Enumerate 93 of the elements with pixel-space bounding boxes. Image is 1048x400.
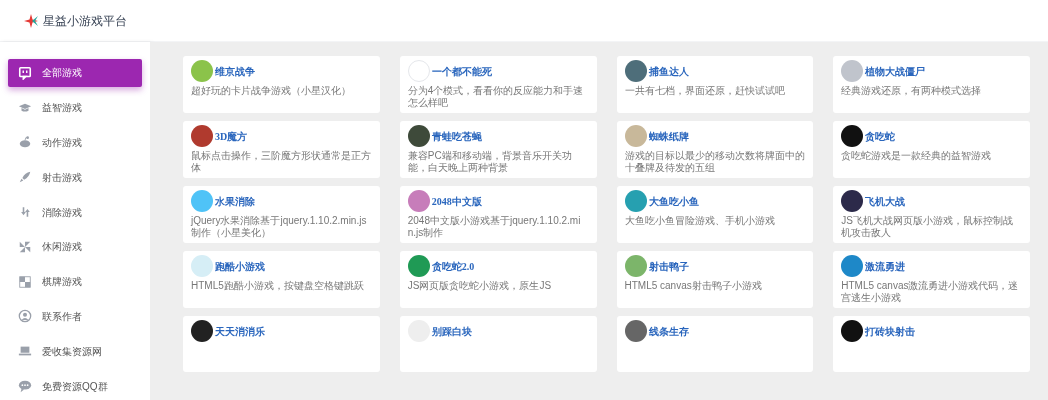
game-thumbnail (191, 125, 213, 147)
checker-board-icon (18, 274, 32, 289)
game-card[interactable]: 蜘蛛纸牌 游戏的目标以最少的移动次数将牌面中的十叠牌及待发的五组 (616, 121, 814, 178)
game-thumbnail (191, 320, 213, 342)
sidebar-item[interactable]: 动作游戏 (8, 128, 142, 157)
game-description: 大鱼吃小鱼冒险游戏、手机小游戏 (624, 215, 776, 227)
game-thumbnail (841, 125, 864, 147)
game-card[interactable]: 3D魔方 鼠标点击操作，三阶魔方形状通常是正方体 (183, 121, 380, 178)
sidebar-item[interactable]: 射击游戏 (8, 163, 142, 192)
game-thumbnail (191, 60, 213, 82)
sidebar-item[interactable]: 免费资源QQ群 (8, 372, 142, 400)
game-thumbnail (841, 190, 864, 212)
game-description: 一共有七档，界面还原，赶快试试吧 (624, 85, 786, 97)
arrows-icon (18, 205, 32, 220)
game-thumbnail (841, 60, 864, 82)
game-title[interactable]: 射击鸭子 (648, 258, 689, 274)
rocket-icon (18, 170, 32, 185)
game-description: jQuery水果消除基于jquery.1.10.2.min.js制作（小星美化） (191, 215, 368, 239)
game-title[interactable]: 别踩白块 (431, 323, 472, 339)
game-title[interactable]: 线条生存 (648, 323, 689, 339)
game-title[interactable]: 激流勇进 (865, 258, 906, 274)
game-title[interactable]: 大鱼吃小鱼 (648, 193, 699, 209)
game-card[interactable]: 贪吃蛇2.0 JS网页版贪吃蛇小游戏，原生JS (399, 251, 597, 308)
game-title[interactable]: 青蛙吃苍蝇 (431, 128, 482, 144)
pinwheel-icon (18, 239, 32, 254)
game-title[interactable]: 一个都不能死 (431, 63, 492, 79)
game-card[interactable]: 水果消除 jQuery水果消除基于jquery.1.10.2.min.js制作（小星美化） (183, 186, 380, 243)
game-card[interactable]: 飞机大战 JS飞机大战网页版小游戏，鼠标控制战机攻击敌人 (833, 186, 1030, 243)
sidebar-item[interactable]: 消除游戏 (8, 198, 142, 226)
game-card[interactable]: 天天消消乐 (183, 316, 380, 372)
tv-icon (18, 65, 32, 80)
game-title[interactable]: 维京战争 (215, 63, 255, 79)
game-title[interactable]: 天天消消乐 (215, 323, 265, 339)
game-card[interactable]: 维京战争 超好玩的卡片战争游戏（小星汉化） (183, 56, 380, 113)
game-thumbnail (191, 255, 213, 277)
game-title[interactable]: 贪吃蛇 (865, 128, 896, 144)
game-title[interactable]: 植物大战僵尸 (865, 63, 926, 79)
game-title[interactable]: 2048中文版 (431, 193, 482, 209)
sidebar-item[interactable]: 爱收集资源网 (8, 337, 142, 366)
game-thumbnail (407, 60, 430, 82)
game-title[interactable]: 打砖块射击 (865, 323, 916, 339)
game-title[interactable]: 水果消除 (215, 193, 255, 209)
game-title[interactable]: 蜘蛛纸牌 (648, 128, 689, 144)
game-card[interactable]: 一个都不能死 分为4个模式，看看你的反应能力和手速怎么样吧 (399, 56, 597, 113)
sidebar-item[interactable]: 棋牌游戏 (8, 267, 142, 296)
game-card[interactable]: 植物大战僵尸 经典游戏还原，有两种模式选择 (833, 56, 1030, 113)
game-description: HTML5跑酷小游戏，按键盘空格键跳跃 (191, 280, 365, 292)
game-card[interactable]: 别踩白块 (399, 316, 597, 372)
game-thumbnail (841, 320, 864, 342)
game-card[interactable]: 打砖块射击 (833, 316, 1030, 372)
sidebar-item[interactable]: 休闲游戏 (8, 233, 142, 261)
game-thumbnail (624, 60, 647, 82)
game-card[interactable]: 贪吃蛇 贪吃蛇游戏是一款经典的益智游戏 (833, 121, 1030, 178)
game-card[interactable]: 大鱼吃小鱼 大鱼吃小鱼冒险游戏、手机小游戏 (616, 186, 814, 243)
game-description: JS网页版贪吃蛇小游戏，原生JS (407, 280, 553, 292)
game-card[interactable]: 射击鸭子 HTML5 canvas射击鸭子小游戏 (616, 251, 814, 308)
game-thumbnail (407, 125, 430, 147)
site-title: 星益小游戏平台 (43, 12, 127, 30)
game-description: 兼容PC端和移动端，背景音乐开关功能，白天晚上两种背景 (407, 150, 573, 174)
game-thumbnail (407, 255, 430, 277)
game-description: 分为4个模式，看看你的反应能力和手速怎么样吧 (407, 85, 585, 109)
sidebar-item[interactable]: 全部游戏 (8, 59, 142, 87)
game-thumbnail (624, 190, 647, 212)
game-description: 游戏的目标以最少的移动次数将牌面中的十叠牌及待发的五组 (624, 150, 806, 174)
game-description: JS飞机大战网页版小游戏，鼠标控制战机攻击敌人 (841, 215, 1014, 239)
game-description: 超好玩的卡片战争游戏（小星汉化） (191, 85, 352, 97)
game-title[interactable]: 飞机大战 (865, 193, 906, 209)
game-description: 2048中文版小游戏基于jquery.1.10.2.min.js制作 (407, 215, 582, 239)
game-thumbnail (624, 255, 647, 277)
game-thumbnail (407, 190, 430, 212)
game-thumbnail (624, 125, 647, 147)
game-card[interactable]: 线条生存 (616, 316, 814, 372)
game-card[interactable]: 2048中文版 2048中文版小游戏基于jquery.1.10.2.min.js制作 (399, 186, 597, 243)
game-description: HTML5 canvas射击鸭子小游戏 (624, 280, 763, 292)
game-thumbnail (191, 190, 213, 212)
game-thumbnail (624, 320, 647, 342)
user-icon (18, 309, 32, 324)
game-card[interactable]: 青蛙吃苍蝇 兼容PC端和移动端，背景音乐开关功能，白天晚上两种背景 (399, 121, 597, 178)
game-title[interactable]: 贪吃蛇2.0 (431, 258, 475, 274)
game-card[interactable]: 捕鱼达人 一共有七档，界面还原，赶快试试吧 (616, 56, 814, 113)
game-description: 贪吃蛇游戏是一款经典的益智游戏 (841, 150, 993, 162)
game-title[interactable]: 捕鱼达人 (648, 63, 689, 79)
game-description: HTML5 canvas激流勇进小游戏代码，迷宫逃生小游戏 (841, 280, 1020, 304)
game-description: 鼠标点击操作，三阶魔方形状通常是正方体 (191, 150, 372, 174)
chat-bubble-icon (18, 379, 32, 394)
game-description: 经典游戏还原，有两种模式选择 (841, 85, 983, 97)
sidebar-item[interactable]: 益智游戏 (8, 93, 142, 122)
game-thumbnail (841, 255, 864, 277)
sidebar-item[interactable]: 联系作者 (8, 302, 142, 331)
game-card[interactable]: 跑酷小游戏 HTML5跑酷小游戏，按键盘空格键跳跃 (183, 251, 380, 308)
game-title[interactable]: 3D魔方 (215, 128, 248, 144)
game-card[interactable]: 激流勇进 HTML5 canvas激流勇进小游戏代码，迷宫逃生小游戏 (833, 251, 1030, 308)
game-title[interactable]: 跑酷小游戏 (215, 258, 265, 274)
